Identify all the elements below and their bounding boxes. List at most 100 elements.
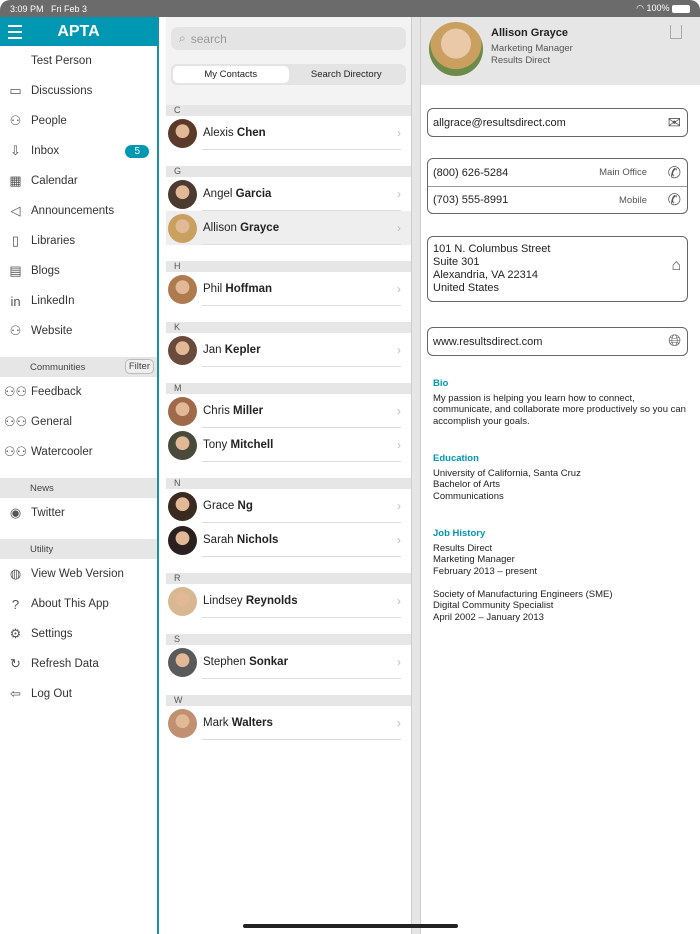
inbox-icon: ⇩: [10, 143, 21, 158]
contact-name: Lindsey Reynolds: [203, 595, 298, 607]
contact-name: Sarah Nichols: [203, 534, 278, 546]
section-header: N: [166, 478, 411, 489]
first-name: Mark: [203, 717, 229, 729]
tab-my-contacts[interactable]: My Contacts: [173, 66, 289, 83]
menu-icon[interactable]: [8, 25, 22, 43]
contact-row[interactable]: Jan Kepler ›: [166, 333, 411, 367]
job-history-section: Job History Results Direct Marketing Manag…: [433, 528, 688, 623]
avatar: [168, 491, 197, 521]
first-name: Stephen: [203, 656, 246, 668]
phone-row[interactable]: (703) 555-8991 Mobile ✆: [428, 186, 687, 213]
share-icon[interactable]: [670, 25, 682, 39]
status-date: Fri Feb 3: [51, 3, 88, 14]
chevron-right-icon: ›: [397, 282, 401, 296]
sidebar-item-people[interactable]: ⚇ People: [0, 106, 157, 136]
contact-row[interactable]: Grace Ng ›: [166, 489, 411, 523]
search-input[interactable]: ⌕ search: [171, 27, 406, 50]
sidebar-item-website[interactable]: ⚇ Website: [0, 316, 157, 346]
phone-label: Main Office: [599, 167, 647, 178]
contact-row[interactable]: Sarah Nichols ›: [166, 523, 411, 557]
contacts-segmented-control: My Contacts Search Directory: [171, 64, 406, 85]
bio-section: Bio My passion is helping you learn how t…: [433, 378, 688, 427]
sidebar-item-blogs[interactable]: ▤ Blogs: [0, 256, 157, 286]
globe-icon[interactable]: 🌐︎: [668, 333, 681, 351]
phone-icon[interactable]: ✆: [668, 163, 681, 183]
sidebar-item-settings[interactable]: ⚙ Settings: [0, 619, 157, 649]
sidebar-item-label: LinkedIn: [31, 295, 75, 307]
sidebar-item-label: Watercooler: [31, 446, 93, 458]
email-box[interactable]: allgrace@resultsdirect.com ✉: [427, 108, 688, 137]
user-name[interactable]: Test Person: [0, 46, 157, 76]
last-name: Miller: [233, 405, 264, 417]
people-icon: ⚇: [9, 113, 22, 128]
sidebar-item-about-this-app[interactable]: ? About This App: [0, 589, 157, 619]
sidebar-item-log-out[interactable]: ⇦ Log Out: [0, 679, 157, 709]
gear-icon: ⚙: [9, 626, 22, 641]
phone-row[interactable]: (800) 626-5284 Main Office ✆: [428, 159, 687, 186]
bio-text: My passion is helping you learn how to c…: [433, 392, 686, 427]
sidebar-item-watercooler[interactable]: ⚇⚇ Watercooler: [0, 437, 157, 467]
address-box[interactable]: 101 N. Columbus Street Suite 301 Alexand…: [427, 236, 688, 302]
sidebar-item-label: Refresh Data: [31, 658, 99, 670]
help-icon: ?: [11, 596, 20, 612]
chevron-right-icon: ›: [397, 126, 401, 140]
job-line: Marketing Manager: [433, 554, 515, 565]
last-name: Hoffman: [225, 283, 273, 295]
tab-search-directory[interactable]: Search Directory: [289, 66, 405, 83]
website-box[interactable]: www.resultsdirect.com 🌐︎: [427, 327, 688, 356]
chevron-right-icon: ›: [397, 716, 401, 730]
contact-name: Grace Ng: [203, 500, 253, 512]
sidebar-item-libraries[interactable]: ▯ Libraries: [0, 226, 157, 256]
status-time: 3:09 PM: [10, 3, 44, 14]
contact-row[interactable]: Chris Miller ›: [166, 394, 411, 428]
address-line: 101 N. Columbus Street: [433, 243, 551, 255]
sidebar-item-label: Discussions: [31, 85, 93, 97]
linkedin-icon: in: [10, 293, 21, 309]
sidebar-item-refresh-data[interactable]: ↻ Refresh Data: [0, 649, 157, 679]
contact-detail: Allison Grayce Marketing Manager Results …: [421, 17, 700, 934]
phone-label: Mobile: [619, 194, 647, 206]
sidebar-item-linkedin[interactable]: in LinkedIn: [0, 286, 157, 316]
home-icon[interactable]: ⌂: [671, 258, 681, 274]
phone-icon[interactable]: ✆: [668, 190, 681, 210]
website-value[interactable]: www.resultsdirect.com: [433, 336, 542, 348]
contact-row[interactable]: Angel Garcia ›: [166, 177, 411, 211]
contact-row[interactable]: Phil Hoffman ›: [166, 272, 411, 306]
job-line: [433, 577, 688, 589]
avatar: [168, 118, 197, 148]
sidebar-item-label: Feedback: [31, 386, 82, 398]
sidebar-item-announcements[interactable]: ◁ Announcements: [0, 196, 157, 226]
phone-number[interactable]: (703) 555-8991: [433, 194, 508, 206]
sidebar-item-feedback[interactable]: ⚇⚇ Feedback: [0, 377, 157, 407]
sidebar-item-inbox[interactable]: ⇩ Inbox 5: [0, 136, 157, 166]
contact-row[interactable]: Tony Mitchell ›: [166, 428, 411, 462]
first-name: Jan: [203, 344, 222, 356]
sidebar-item-label: General: [31, 416, 72, 428]
first-name: Alexis: [203, 127, 234, 139]
contact-row[interactable]: Mark Walters ›: [166, 706, 411, 740]
utility-header: Utility: [0, 539, 157, 559]
contact-row[interactable]: Stephen Sonkar ›: [166, 645, 411, 679]
contact-name: Stephen Sonkar: [203, 656, 288, 668]
sidebar: APTA Test Person ▭ Discussions ⚇ People ⇩ Inb…: [0, 17, 159, 934]
contact-row[interactable]: Alexis Chen ›: [166, 116, 411, 150]
sidebar-item-view-web-version[interactable]: ◍ View Web Version: [0, 559, 157, 589]
sidebar-item-discussions[interactable]: ▭ Discussions: [0, 76, 157, 106]
phone-number[interactable]: (800) 626-5284: [433, 167, 508, 179]
email-value[interactable]: allgrace@resultsdirect.com: [433, 117, 566, 129]
app-title: APTA: [57, 22, 100, 40]
first-name: Phil: [203, 283, 223, 295]
sidebar-item-general[interactable]: ⚇⚇ General: [0, 407, 157, 437]
avatar: [168, 525, 197, 555]
filter-button[interactable]: Filter: [124, 359, 154, 374]
contact-row[interactable]: Allison Grayce ›: [166, 211, 411, 245]
contact-name: Allison Grayce: [203, 222, 279, 234]
contact-row[interactable]: Lindsey Reynolds ›: [166, 584, 411, 618]
first-name: Lindsey: [203, 595, 243, 607]
envelope-icon[interactable]: ✉: [668, 113, 681, 133]
chevron-right-icon: ›: [397, 533, 401, 547]
sidebar-item-calendar[interactable]: ▦ Calendar: [0, 166, 157, 196]
education-line: Bachelor of Arts: [433, 479, 501, 490]
sidebar-item-twitter[interactable]: ◉ Twitter: [0, 498, 157, 528]
